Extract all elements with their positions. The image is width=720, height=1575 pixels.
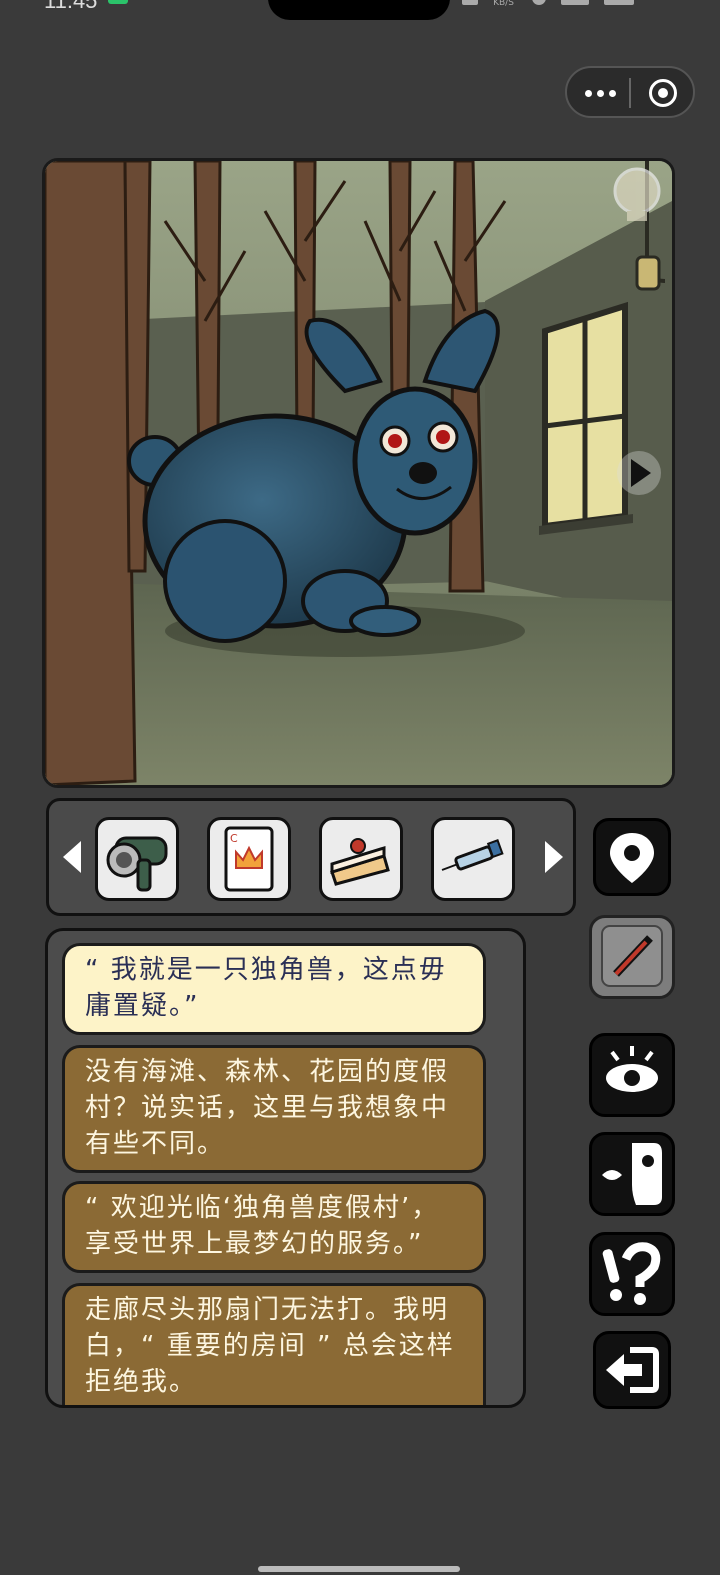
syringe-icon [441,839,504,871]
notes-button[interactable] [589,915,675,999]
talk-button[interactable] [589,1132,675,1216]
inventory-slot-cake[interactable] [319,817,403,901]
inventory-next-arrow-icon[interactable] [545,841,563,873]
crown-card-icon: C [224,826,274,892]
dialog-line: “ 我就是一只独角兽，这点毋庸置疑。” [62,943,486,1035]
status-bar: 11:45 KB/S [0,0,720,28]
network-speed: KB/S [493,0,514,8]
cake-slice-icon [330,838,390,886]
hint-button[interactable] [589,1232,675,1316]
status-time: 11:45 [44,0,98,13]
hair-dryer-icon [106,836,168,892]
eye-icon [606,1046,658,1092]
dialog-line: 走廊尽头那扇门无法打。我明白，“ 重要的房间 ” 总会这样拒绝我。 [62,1283,486,1405]
play-arrow-icon[interactable] [617,451,661,495]
target-circle-icon[interactable] [649,79,677,107]
battery-icon [604,0,635,5]
inventory-slot-syringe[interactable] [431,817,515,901]
dialog-line: “ 欢迎光临‘独角兽度假村’，享受世界上最梦幻的服务。” [62,1181,486,1273]
wechat-indicator-icon [108,0,128,4]
talk-face-icon [602,1143,662,1205]
map-pin-icon [610,833,654,883]
signal-icon [462,0,478,5]
wifi-icon [532,0,547,5]
home-indicator[interactable] [258,1566,460,1572]
status-icons: KB/S [462,0,682,8]
inventory-bar: C [46,798,576,916]
exit-arrow-icon [606,1347,659,1393]
pencil-icon [601,925,663,987]
dialog-line: 没有海滩、森林、花园的度假村？说实话，这里与我想象中有些不同。 [62,1045,486,1173]
cell-signal-icon [561,0,590,5]
inventory-slot-hair-dryer[interactable] [95,817,179,901]
look-button[interactable] [589,1033,675,1117]
miniprogram-capsule [565,66,695,118]
more-dots-icon[interactable] [581,80,631,104]
inventory-prev-arrow-icon[interactable] [63,841,81,873]
svg-text:C: C [230,832,238,845]
camera-notch [268,0,450,20]
capsule-divider [629,78,631,108]
game-scene[interactable] [42,158,675,788]
exit-button[interactable] [593,1331,671,1409]
scene-illustration [45,161,672,785]
map-button[interactable] [593,818,671,896]
window [539,301,633,535]
question-exclamation-icon [602,1242,661,1305]
dialog-log[interactable]: “ 我就是一只独角兽，这点毋庸置疑。” 没有海滩、森林、花园的度假村？说实话，这… [45,928,526,1408]
inventory-slot-playing-card[interactable]: C [207,817,291,901]
